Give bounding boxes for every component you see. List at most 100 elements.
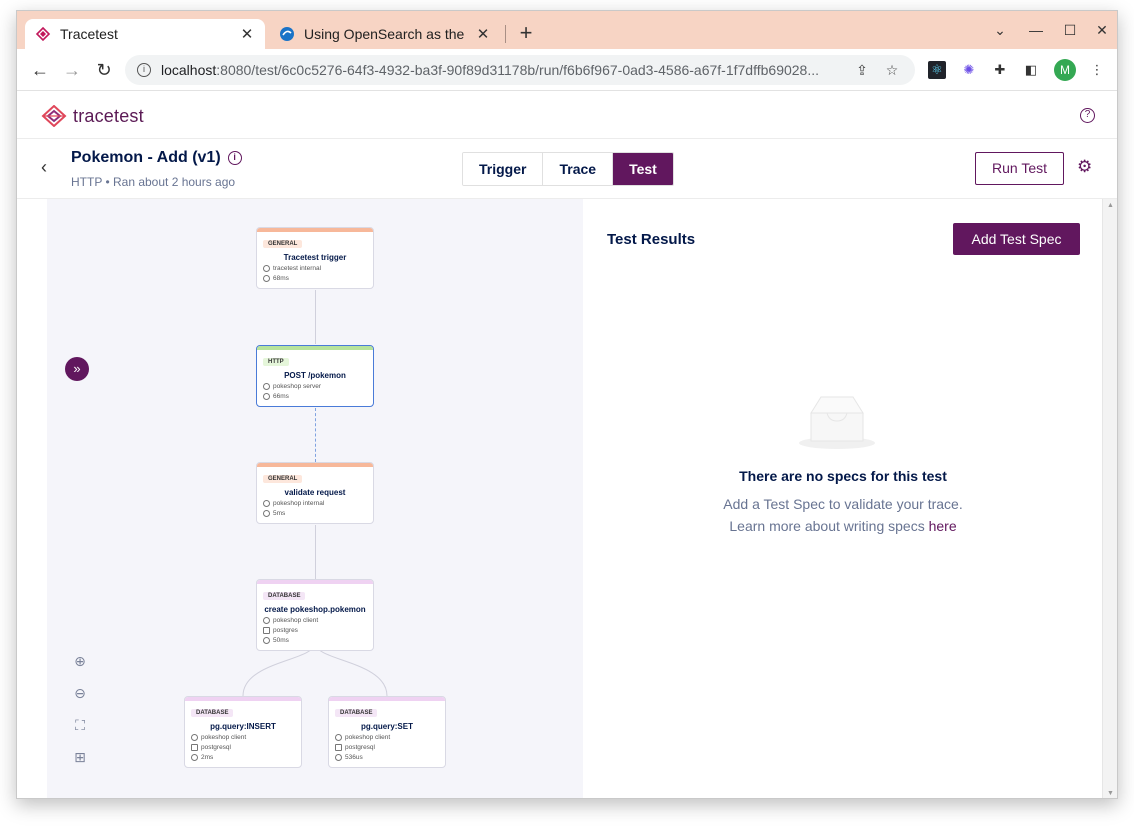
- opensearch-favicon-icon: [280, 27, 294, 41]
- kebab-menu-icon[interactable]: ⋮: [1088, 61, 1106, 79]
- tab-search-icon[interactable]: ⌄: [987, 19, 1013, 41]
- scroll-down-icon[interactable]: ▼: [1103, 790, 1117, 797]
- service-icon: [263, 500, 270, 507]
- clock-icon: [263, 275, 270, 282]
- wrench-icon: [263, 627, 270, 634]
- tab-trace[interactable]: Trace: [543, 153, 614, 185]
- edge-branches: [242, 643, 388, 697]
- window-close-icon[interactable]: ✕: [1089, 19, 1115, 41]
- node-type-bar: [257, 463, 373, 467]
- trace-diagram[interactable]: » GENERAL Tracetest trigger tracetest in…: [47, 199, 583, 798]
- back-arrow-icon[interactable]: ←: [27, 57, 53, 83]
- help-icon[interactable]: ?: [1080, 108, 1095, 123]
- service-icon: [335, 734, 342, 741]
- node-meta: pokeshop client: [263, 617, 373, 624]
- expand-panel-icon[interactable]: »: [65, 357, 89, 381]
- node-meta: postgresql: [335, 744, 445, 751]
- maximize-icon[interactable]: ☐: [1057, 19, 1083, 41]
- wrench-icon: [191, 744, 198, 751]
- forward-arrow-icon[interactable]: →: [59, 57, 85, 83]
- new-tab-button[interactable]: +: [513, 21, 539, 47]
- tab-title: Tracetest: [60, 26, 118, 42]
- clock-icon: [263, 510, 270, 517]
- node-meta: 66ms: [263, 393, 373, 400]
- extension-gear-icon[interactable]: ✺: [960, 61, 978, 79]
- wrench-icon: [335, 744, 342, 751]
- empty-hint-link-line: Learn more about writing specs here: [729, 518, 957, 534]
- tracetest-favicon-icon: [35, 26, 51, 42]
- clock-icon: [191, 754, 198, 761]
- app: tracetest ? ‹ Pokemon - Add (v1) i HTTP …: [17, 91, 1117, 798]
- node-meta: 5ms: [263, 510, 373, 517]
- node-meta: pokeshop client: [335, 734, 445, 741]
- trace-node[interactable]: GENERAL Tracetest trigger tracetest inte…: [256, 227, 374, 289]
- edge: [315, 525, 316, 579]
- node-badge: DATABASE: [191, 709, 234, 717]
- back-chevron-icon[interactable]: ‹: [41, 157, 47, 178]
- tracetest-logo[interactable]: tracetest: [41, 105, 144, 127]
- empty-inbox-icon: [799, 396, 875, 449]
- node-badge: DATABASE: [263, 592, 306, 600]
- browser-tab-tracetest[interactable]: Tracetest ✕: [25, 19, 265, 49]
- side-panel-icon[interactable]: ◧: [1022, 61, 1040, 79]
- trace-node[interactable]: GENERAL validate request pokeshop intern…: [256, 462, 374, 524]
- bookmark-star-icon[interactable]: ☆: [881, 62, 903, 79]
- trace-node[interactable]: DATABASE pg.query:INSERT pokeshop client…: [184, 696, 302, 768]
- browser-tab-opensearch[interactable]: Using OpenSearch as the ✕: [269, 19, 501, 49]
- node-name: validate request: [284, 488, 346, 497]
- test-title: Pokemon - Add (v1) i: [71, 149, 242, 167]
- edge: [315, 408, 316, 462]
- node-name: create pokeshop.pokemon: [264, 605, 366, 614]
- run-test-button[interactable]: Run Test: [975, 152, 1064, 185]
- service-icon: [263, 265, 270, 272]
- profile-avatar[interactable]: M: [1054, 59, 1076, 81]
- trace-node[interactable]: DATABASE create pokeshop.pokemon pokesho…: [256, 579, 374, 651]
- close-tab-icon[interactable]: ✕: [239, 25, 255, 43]
- react-devtools-icon[interactable]: ⚛: [928, 61, 946, 79]
- node-meta: pokeshop client: [191, 734, 301, 741]
- tab-test[interactable]: Test: [613, 153, 673, 185]
- minimize-icon[interactable]: —: [1023, 19, 1049, 41]
- info-icon[interactable]: i: [227, 151, 242, 165]
- puzzle-extensions-icon[interactable]: ✚: [991, 61, 1009, 79]
- zoom-in-icon[interactable]: ⊕: [71, 653, 89, 670]
- tab-trigger[interactable]: Trigger: [463, 153, 544, 185]
- empty-hint: Add a Test Spec to validate your trace.: [723, 496, 963, 512]
- reload-icon[interactable]: ↻: [91, 57, 117, 83]
- service-icon: [263, 383, 270, 390]
- trace-node[interactable]: DATABASE pg.query:SET pokeshop client po…: [328, 696, 446, 768]
- mode-tabs: Trigger Trace Test: [462, 152, 674, 186]
- node-badge: HTTP: [263, 358, 289, 366]
- close-tab-icon[interactable]: ✕: [475, 25, 491, 43]
- clock-icon: [263, 637, 270, 644]
- node-meta: postgresql: [191, 744, 301, 751]
- fit-view-icon[interactable]: ⛶: [71, 717, 89, 734]
- logo-text: tracetest: [73, 105, 144, 126]
- node-type-bar: [257, 346, 373, 350]
- node-meta: pokeshop server: [263, 383, 373, 390]
- tab-title: Using OpenSearch as the: [304, 26, 465, 42]
- service-icon: [263, 617, 270, 624]
- node-type-bar: [329, 697, 445, 701]
- add-test-spec-button[interactable]: Add Test Spec: [953, 223, 1080, 255]
- results-title: Test Results: [607, 231, 696, 248]
- test-header: ‹ Pokemon - Add (v1) i HTTP • Ran about …: [17, 139, 1117, 199]
- node-badge: GENERAL: [263, 475, 303, 483]
- url-text[interactable]: localhost:8080/test/6c0c5276-64f3-4932-b…: [161, 62, 843, 78]
- node-meta: 2ms: [191, 754, 301, 761]
- test-results-panel: Test Results Add Test Spec There are no …: [583, 199, 1103, 798]
- scrollbar[interactable]: ▲ ▼: [1102, 199, 1117, 798]
- node-type-bar: [185, 697, 301, 701]
- docs-link[interactable]: here: [929, 518, 957, 534]
- app-header: tracetest ?: [17, 91, 1117, 139]
- site-info-icon[interactable]: i: [137, 63, 151, 77]
- gear-icon[interactable]: ⚙: [1077, 157, 1092, 177]
- trace-node[interactable]: HTTP POST /pokemon pokeshop server 66ms: [256, 345, 374, 407]
- clock-icon: [335, 754, 342, 761]
- layout-tree-icon[interactable]: ⊞: [71, 749, 89, 766]
- address-bar[interactable]: i localhost:8080/test/6c0c5276-64f3-4932…: [125, 55, 915, 85]
- test-subtitle: HTTP • Ran about 2 hours ago: [71, 175, 236, 189]
- scroll-up-icon[interactable]: ▲: [1103, 202, 1117, 209]
- share-icon[interactable]: ⇪: [851, 62, 873, 79]
- zoom-out-icon[interactable]: ⊖: [71, 685, 89, 702]
